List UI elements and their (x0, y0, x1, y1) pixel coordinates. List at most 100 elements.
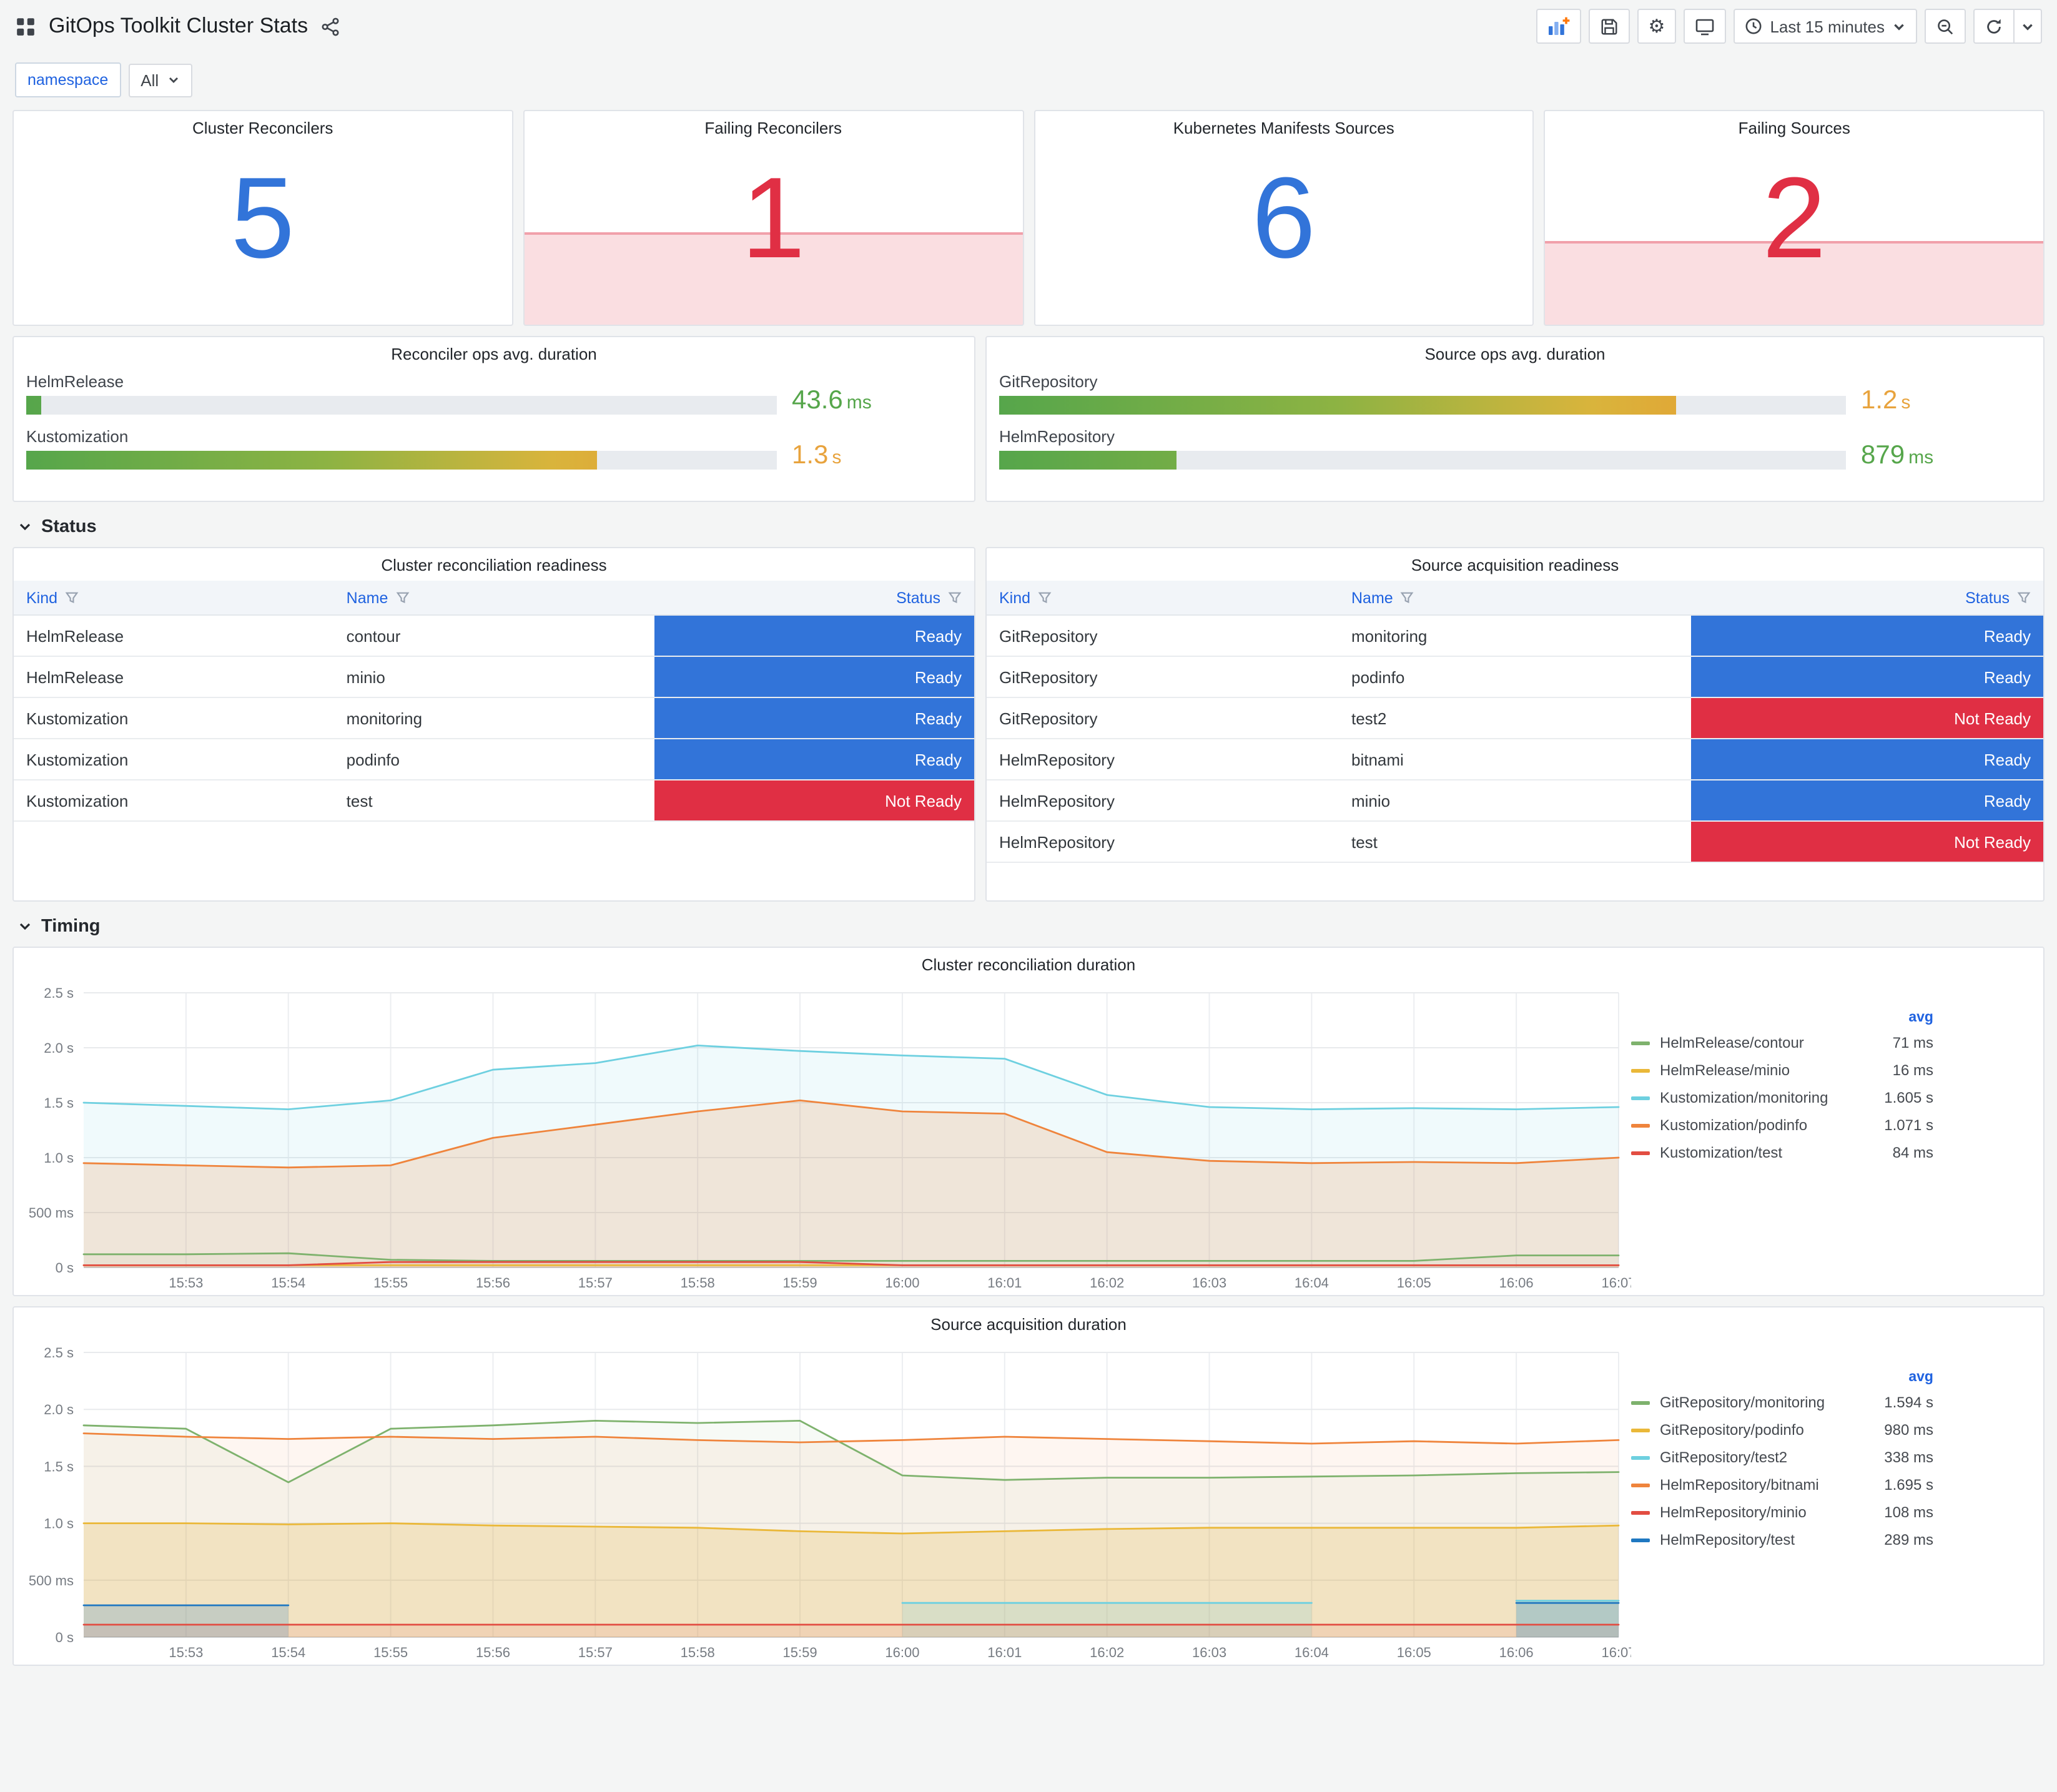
panel-title[interactable]: Source acquisition readiness (987, 548, 2043, 581)
legend-series-avg: 1.605 s (1884, 1089, 1933, 1106)
panel-failing-sources: Failing Sources 2 (1544, 110, 2045, 326)
legend-series-name[interactable]: HelmRepository/minio (1660, 1504, 1874, 1521)
filter-icon[interactable] (1038, 591, 1052, 604)
column-header-status[interactable]: Status (654, 589, 974, 606)
legend-series-name[interactable]: GitRepository/test2 (1660, 1449, 1874, 1466)
column-label: Kind (999, 589, 1031, 606)
svg-text:15:54: 15:54 (271, 1275, 305, 1291)
legend-item[interactable]: HelmRelease/minio 16 ms (1631, 1056, 1933, 1084)
svg-text:16:07: 16:07 (1601, 1275, 1631, 1291)
legend-series-name[interactable]: Kustomization/test (1660, 1144, 1883, 1161)
svg-text:15:59: 15:59 (783, 1275, 817, 1291)
filter-icon[interactable] (395, 591, 409, 604)
legend-header-avg[interactable]: avg (1631, 1010, 1933, 1025)
tables-row: Cluster reconciliation readiness Kind Na… (12, 547, 2045, 902)
svg-text:16:03: 16:03 (1192, 1645, 1226, 1660)
gauge-label: HelmRelease (26, 372, 124, 391)
namespace-variable-dropdown[interactable]: All (128, 63, 193, 97)
column-label: Status (1965, 589, 2010, 606)
clock-icon (1745, 18, 1762, 34)
legend-item[interactable]: Kustomization/monitoring 1.605 s (1631, 1084, 1933, 1111)
legend-series-avg: 108 ms (1884, 1504, 1933, 1521)
column-header-status[interactable]: Status (1691, 589, 2043, 606)
table-row: GitRepository monitoring Ready (987, 616, 2043, 657)
panel-title[interactable]: Cluster reconciliation duration (14, 948, 2043, 980)
refresh-button[interactable] (1973, 9, 2015, 44)
legend-series-name[interactable]: GitRepository/monitoring (1660, 1394, 1874, 1411)
legend-item[interactable]: Kustomization/test 84 ms (1631, 1139, 1933, 1166)
svg-text:16:07: 16:07 (1601, 1645, 1631, 1660)
filter-icon[interactable] (1401, 591, 1414, 604)
bar-gauge-row: GitRepository 1.2 s (999, 372, 2031, 415)
column-label: Name (346, 589, 388, 606)
refresh-interval-dropdown[interactable] (2015, 9, 2042, 44)
panel-cluster-reconciliation-readiness: Cluster reconciliation readiness Kind Na… (12, 547, 975, 902)
cell-kind: HelmRepository (999, 791, 1115, 810)
time-series-plot[interactable]: 15:53 15:54 15:55 15:56 15:57 15:58 15:59 16:00… (14, 980, 1636, 1295)
panel-title[interactable]: Reconciler ops avg. duration (14, 337, 974, 370)
table-header: Kind Name Status (987, 581, 2043, 616)
column-header-name[interactable]: Name (334, 589, 654, 606)
status-badge: Not Ready (654, 780, 974, 820)
legend-item[interactable]: GitRepository/test2 338 ms (1631, 1444, 1933, 1471)
svg-text:1.0 s: 1.0 s (44, 1150, 74, 1166)
legend-header-avg[interactable]: avg (1631, 1370, 1933, 1385)
share-icon[interactable] (320, 17, 339, 36)
legend-item[interactable]: Kustomization/podinfo 1.071 s (1631, 1111, 1933, 1139)
cell-kind: GitRepository (999, 626, 1098, 645)
save-dashboard-button[interactable] (1588, 9, 1630, 44)
legend-item[interactable]: GitRepository/podinfo 980 ms (1631, 1416, 1933, 1444)
legend-item[interactable]: HelmRelease/contour 71 ms (1631, 1029, 1933, 1056)
legend-series-name[interactable]: HelmRepository/bitnami (1660, 1476, 1874, 1494)
legend-item[interactable]: HelmRepository/minio 108 ms (1631, 1499, 1933, 1526)
filter-icon[interactable] (948, 591, 962, 604)
svg-text:16:05: 16:05 (1397, 1275, 1431, 1291)
column-header-name[interactable]: Name (1339, 589, 1691, 606)
svg-text:15:59: 15:59 (783, 1645, 817, 1660)
svg-text:16:00: 16:00 (885, 1645, 919, 1660)
cell-kind: GitRepository (999, 667, 1098, 686)
svg-text:16:06: 16:06 (1499, 1645, 1534, 1660)
time-range-picker[interactable]: Last 15 minutes (1734, 9, 1917, 44)
panel-reconciler-ops-duration: Reconciler ops avg. duration HelmRelease… (12, 336, 975, 502)
panel-title[interactable]: Source acquisition duration (14, 1307, 2043, 1340)
gauge-track (999, 396, 1846, 415)
zoom-out-time-button[interactable] (1925, 9, 1966, 44)
chart-canvas[interactable]: 15:53 15:54 15:55 15:56 15:57 15:58 15:59 16:00… (14, 1340, 1636, 1665)
column-header-kind[interactable]: Kind (14, 589, 334, 606)
legend-item[interactable]: GitRepository/monitoring 1.594 s (1631, 1389, 1933, 1416)
legend-item[interactable]: HelmRepository/bitnami 1.695 s (1631, 1471, 1933, 1499)
legend-series-name[interactable]: HelmRelease/contour (1660, 1034, 1883, 1051)
status-badge: Ready (654, 657, 974, 697)
panel-source-ops-duration: Source ops avg. duration GitRepository 1.… (985, 336, 2045, 502)
cycle-view-mode-button[interactable] (1684, 9, 1727, 44)
filter-icon[interactable] (2017, 591, 2031, 604)
column-header-kind[interactable]: Kind (987, 589, 1339, 606)
legend-series-avg: 84 ms (1892, 1144, 1933, 1161)
refresh-icon (1987, 18, 2001, 33)
panel-title[interactable]: Cluster reconciliation readiness (14, 548, 974, 581)
table-row: Kustomization podinfo Ready (14, 739, 974, 780)
apps-grid-icon[interactable] (15, 16, 36, 37)
legend-series-name[interactable]: HelmRelease/minio (1660, 1061, 1883, 1079)
legend-series-name[interactable]: HelmRepository/test (1660, 1531, 1874, 1548)
add-panel-button[interactable] (1536, 9, 1581, 44)
legend-series-name[interactable]: GitRepository/podinfo (1660, 1421, 1874, 1439)
filter-icon[interactable] (65, 591, 79, 604)
section-timing[interactable]: Timing (17, 917, 2042, 937)
dashboard-settings-button[interactable]: ⚙ (1637, 9, 1677, 44)
svg-text:16:04: 16:04 (1295, 1275, 1329, 1291)
legend-item[interactable]: HelmRepository/test 289 ms (1631, 1526, 1933, 1553)
gauge-fill (26, 396, 42, 415)
gauge-track (26, 451, 777, 470)
svg-text:1.5 s: 1.5 s (44, 1095, 74, 1111)
section-status[interactable]: Status (17, 517, 2042, 537)
legend-series-name[interactable]: Kustomization/podinfo (1660, 1116, 1874, 1134)
time-series-plot[interactable]: 15:53 15:54 15:55 15:56 15:57 15:58 15:59 16:00… (14, 1340, 1636, 1665)
panel-title[interactable]: Source ops avg. duration (987, 337, 2043, 370)
table-row: Kustomization test Not Ready (14, 780, 974, 822)
chart-canvas[interactable]: 15:53 15:54 15:55 15:56 15:57 15:58 15:59 16:00… (14, 980, 1636, 1295)
svg-text:15:55: 15:55 (373, 1645, 408, 1660)
legend-series-name[interactable]: Kustomization/monitoring (1660, 1089, 1874, 1106)
cell-name: monitoring (1351, 626, 1428, 645)
